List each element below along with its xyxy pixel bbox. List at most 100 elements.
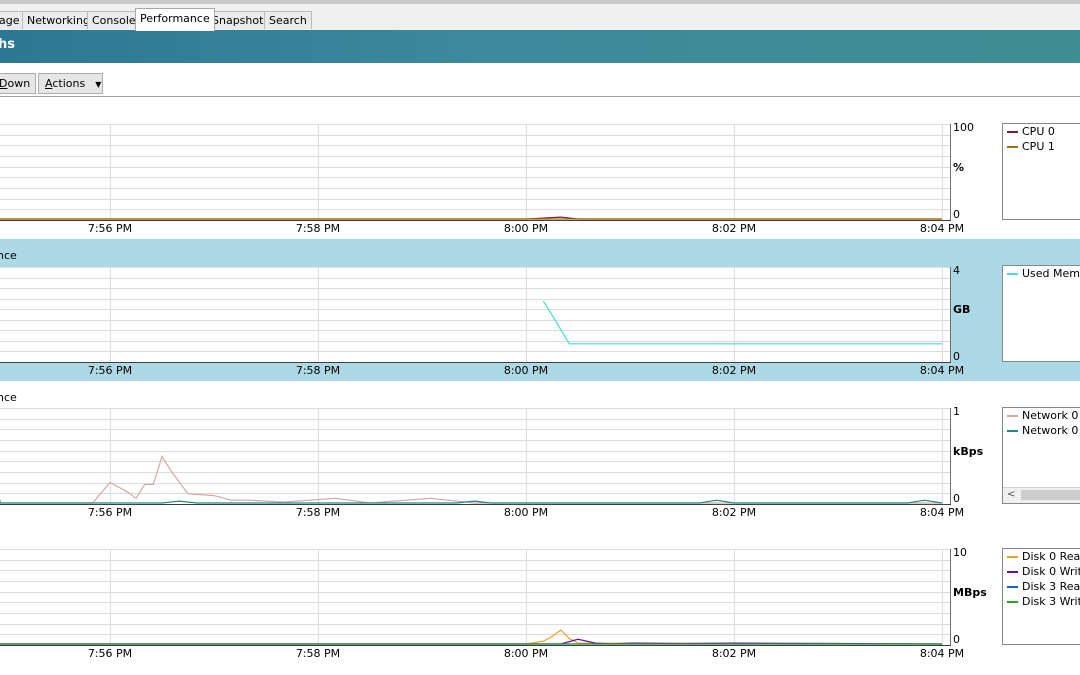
plot-area[interactable] [0,408,951,505]
legend-swatch [1007,556,1018,558]
x-axis: 7:56 PM 7:58 PM 8:00 PM 8:02 PM 8:04 PM [0,506,1080,520]
y-tick-min: 0 [953,208,960,221]
graph-section-3[interactable]: 10 0 MBps 7:56 PM 7:58 PM 8:00 PM 8:02 PM 8:04 … [0,522,1080,664]
graph-svg [0,124,951,221]
legend-label: Disk 0 Read [1022,550,1080,563]
legend-label: CPU 1 [1022,140,1055,153]
x-axis: 7:56 PM 7:58 PM 8:00 PM 8:02 PM 8:04 PM [0,364,1080,378]
x-tick-label: 8:02 PM [711,364,757,377]
legend[interactable]: Network 0 - Network 0 - < [1002,407,1080,504]
tab-search[interactable]: Search [264,11,312,29]
legend-label: Network 0 - [1022,409,1080,422]
legend-label: Disk 3 Write [1022,595,1080,608]
tab-label: Search [269,14,307,27]
y-tick-min: 0 [953,492,960,505]
graph-svg [0,408,951,505]
graph-title: nce [0,249,17,262]
scrollbar-thumb[interactable] [1021,490,1080,500]
series-line-1 [0,638,943,645]
y-tick-max: 100 [953,121,974,134]
page-title: hs [0,37,15,52]
x-tick-label: 8:04 PM [919,364,965,377]
legend-item[interactable]: Disk 0 Write [1003,564,1080,579]
legend-label: Disk 3 Read [1022,580,1080,593]
x-tick-label: 7:58 PM [295,364,341,377]
tab-label: Snapshots [212,14,270,27]
legend-item[interactable]: Disk 0 Read [1003,549,1080,564]
legend[interactable]: Disk 0 Read Disk 0 Write Disk 3 Read Disk 3… [1002,548,1080,645]
y-axis-unit: GB [953,303,971,316]
graph-title: nce [0,391,17,404]
legend[interactable]: CPU 0 CPU 1 [1002,123,1080,220]
graph-section-1[interactable]: nce 4 0 GB 7:56 PM 7:58 PM 8:00 PM 8:02 PM 8:04 … [0,239,1080,381]
actions-label: ctions [52,77,86,90]
zoom-down-button[interactable]: Down [0,73,36,94]
y-axis-unit: kBps [953,445,984,458]
x-tick-label: 8:02 PM [711,506,757,519]
tab-label: Performance [140,12,210,25]
legend-swatch [1007,601,1018,603]
scroll-left-icon[interactable]: < [1007,488,1015,502]
series-line-0 [542,300,942,345]
tab-bar: age Networking Console Performance Snaps… [0,4,1080,31]
y-tick-min: 0 [953,633,960,646]
legend-item[interactable]: Network 0 - [1003,423,1080,438]
legend-item[interactable]: Disk 3 Write [1003,594,1080,609]
legend-label: Network 0 - [1022,424,1080,437]
legend-swatch [1007,131,1018,133]
legend-swatch [1007,146,1018,148]
legend-item[interactable]: CPU 1 [1003,139,1080,154]
x-tick-label: 7:56 PM [87,364,133,377]
tab-networking[interactable]: Networking [22,11,95,29]
legend-label: Disk 0 Write [1022,565,1080,578]
tab-console[interactable]: Console [87,11,141,29]
legend-swatch [1007,415,1018,417]
x-tick-label: 8:04 PM [919,647,965,660]
x-axis: 7:56 PM 7:58 PM 8:00 PM 8:02 PM 8:04 PM [0,222,1080,236]
tab-storage[interactable]: age [0,11,25,29]
plot-area[interactable] [0,549,951,646]
x-tick-label: 7:56 PM [87,506,133,519]
graph-svg [0,267,951,363]
y-tick-max: 4 [953,264,960,277]
x-tick-label: 7:58 PM [295,222,341,235]
tab-label: Networking [27,14,90,27]
y-axis-unit: % [953,161,965,174]
dropdown-arrow-icon: ▼ [95,80,102,89]
x-tick-label: 8:00 PM [503,222,549,235]
legend-item[interactable]: Network 0 - [1003,408,1080,423]
tab-performance[interactable]: Performance [135,8,215,31]
legend-item[interactable]: Disk 3 Read [1003,579,1080,594]
legend-item[interactable]: Used Memor [1003,266,1080,281]
legend-swatch [1007,571,1018,573]
legend-swatch [1007,430,1018,432]
graph-section-2[interactable]: nce 1 0 kBps 7:56 PM 7:58 PM 8:00 PM 8:02 PM 8:0… [0,381,1080,523]
tab-label: age [0,14,20,27]
actions-dropdown-button[interactable]: Actions ▼ [38,73,103,94]
y-tick-min: 0 [953,350,960,363]
x-tick-label: 8:02 PM [711,647,757,660]
toolbar: Down Actions ▼ [0,63,1080,97]
x-tick-label: 7:56 PM [87,222,133,235]
legend-label: Used Memor [1022,267,1080,280]
y-tick-max: 1 [953,405,960,418]
legend-swatch [1007,273,1018,275]
legend-item[interactable]: CPU 0 [1003,124,1080,139]
x-axis: 7:56 PM 7:58 PM 8:00 PM 8:02 PM 8:04 PM [0,647,1080,661]
x-tick-label: 8:04 PM [919,506,965,519]
tab-label: Console [92,14,136,27]
y-tick-max: 10 [953,546,967,559]
graph-section-0[interactable]: 100 0% 7:56 PM 7:58 PM 8:00 PM 8:02 PM 8:04 PM… [0,97,1080,239]
series-line-0 [0,629,943,645]
x-tick-label: 8:02 PM [711,222,757,235]
legend[interactable]: Used Memor [1002,265,1080,362]
x-tick-label: 8:00 PM [503,506,549,519]
zoom-down-label: own [7,77,31,90]
plot-area[interactable] [0,267,951,363]
plot-area[interactable] [0,124,951,221]
graph-svg [0,549,951,646]
legend-swatch [1007,586,1018,588]
x-tick-label: 8:04 PM [919,222,965,235]
x-tick-label: 8:00 PM [503,364,549,377]
legend-horizontal-scrollbar[interactable]: < [1003,487,1080,503]
